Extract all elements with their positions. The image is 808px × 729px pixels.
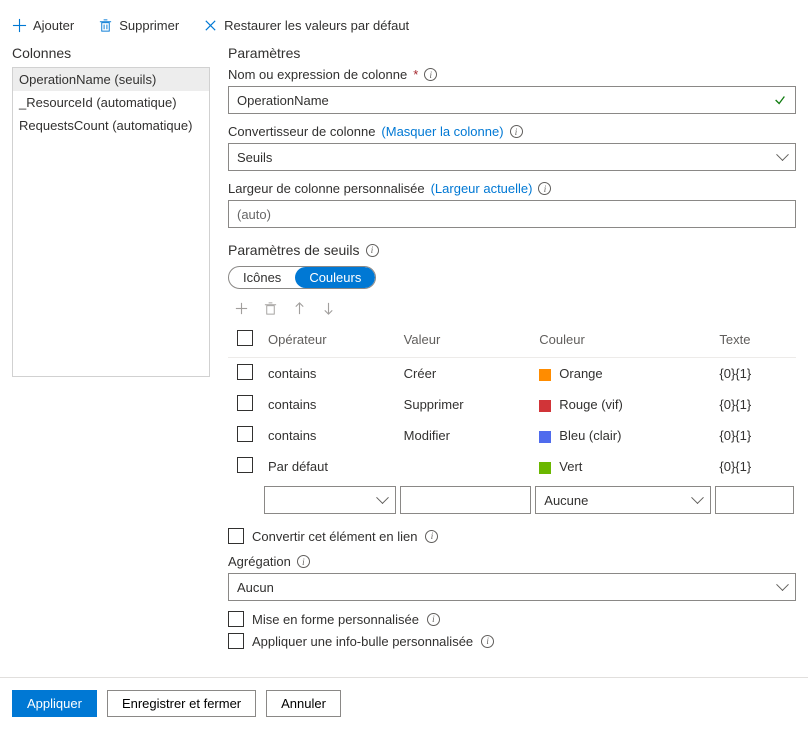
cancel-button[interactable]: Annuler [266,690,341,717]
threshold-toolbar [234,301,796,316]
custom-tooltip-checkbox[interactable] [228,633,244,649]
cell-color: Orange [533,358,713,390]
cell-color: Bleu (clair) [533,420,713,451]
chevron-down-icon [693,493,702,508]
col-text: Texte [713,322,796,358]
cell-operator: contains [262,420,398,451]
color-swatch [539,462,551,474]
footer: Appliquer Enregistrer et fermer Annuler [0,677,808,729]
converter-label: Convertisseur de colonne [228,124,375,139]
hide-column-link[interactable]: (Masquer la colonne) [381,124,503,139]
table-row[interactable]: containsModifierBleu (clair){0}{1} [228,420,796,451]
col-expr-label: Nom ou expression de colonne [228,67,407,82]
cell-color: Vert [533,451,713,482]
thresholds-table: Opérateur Valeur Couleur Texte containsC… [228,322,796,518]
tab-colors[interactable]: Couleurs [295,267,375,288]
col-operator: Opérateur [262,322,398,358]
info-icon[interactable]: i [297,555,310,568]
info-icon[interactable]: i [481,635,494,648]
cell-operator: contains [262,389,398,420]
current-width-link[interactable]: (Largeur actuelle) [431,181,533,196]
cell-operator: Par défaut [262,451,398,482]
make-link-label: Convertir cet élément en lien [252,529,417,544]
arrow-down-icon[interactable] [321,301,336,316]
table-row[interactable]: Par défaut Vert{0}{1} [228,451,796,482]
row-checkbox[interactable] [237,426,253,442]
cell-text: {0}{1} [713,358,796,390]
add-button[interactable]: Ajouter [12,18,74,33]
aggregation-select[interactable]: Aucun [228,573,796,601]
info-icon[interactable]: i [538,182,551,195]
cell-text: {0}{1} [713,389,796,420]
chevron-down-icon [778,150,787,165]
info-icon[interactable]: i [427,613,440,626]
plus-icon [12,18,27,33]
new-value-input[interactable] [400,486,532,514]
row-checkbox[interactable] [237,395,253,411]
cell-value: Supprimer [398,389,534,420]
delete-label: Supprimer [119,18,179,33]
table-row[interactable]: containsSupprimerRouge (vif){0}{1} [228,389,796,420]
column-item[interactable]: RequestsCount (automatique) [13,114,209,137]
new-color-select[interactable]: Aucune [535,486,711,514]
cell-value [398,451,534,482]
new-text-input[interactable] [715,486,794,514]
close-icon [203,18,218,33]
arrow-up-icon[interactable] [292,301,307,316]
reset-button[interactable]: Restaurer les valeurs par défaut [203,18,409,33]
table-row[interactable]: containsCréerOrange{0}{1} [228,358,796,390]
new-threshold-row: Aucune [228,482,796,518]
threshold-tabs: Icônes Couleurs [228,266,376,289]
checkmark-icon [773,93,787,107]
width-label: Largeur de colonne personnalisée [228,181,425,196]
cell-color: Rouge (vif) [533,389,713,420]
custom-format-checkbox[interactable] [228,611,244,627]
column-item[interactable]: _ResourceId (automatique) [13,91,209,114]
select-all-checkbox[interactable] [237,330,253,346]
cell-text: {0}{1} [713,420,796,451]
color-swatch [539,369,551,381]
row-checkbox[interactable] [237,364,253,380]
columns-list: OperationName (seuils) _ResourceId (auto… [12,67,210,377]
make-link-checkbox[interactable] [228,528,244,544]
add-label: Ajouter [33,18,74,33]
chevron-down-icon [778,580,787,595]
thresholds-title: Paramètres de seuils [228,242,360,258]
columns-title: Colonnes [12,45,210,61]
converter-select[interactable]: Seuils [228,143,796,171]
required-marker: * [413,67,418,82]
aggregation-label: Agrégation [228,554,291,569]
row-checkbox[interactable] [237,457,253,473]
custom-format-label: Mise en forme personnalisée [252,612,419,627]
plus-icon[interactable] [234,301,249,316]
col-color: Couleur [533,322,713,358]
info-icon[interactable]: i [425,530,438,543]
cell-operator: contains [262,358,398,390]
info-icon[interactable]: i [510,125,523,138]
save-close-button[interactable]: Enregistrer et fermer [107,690,256,717]
new-op-select[interactable] [264,486,396,514]
command-bar: Ajouter Supprimer Restaurer les valeurs … [0,0,808,45]
color-swatch [539,431,551,443]
column-item[interactable]: OperationName (seuils) [13,68,209,91]
info-icon[interactable]: i [366,244,379,257]
delete-button[interactable]: Supprimer [98,18,179,33]
custom-tooltip-label: Appliquer une info-bulle personnalisée [252,634,473,649]
tab-icons[interactable]: Icônes [229,267,295,288]
parameters-title: Paramètres [228,45,796,61]
cell-value: Modifier [398,420,534,451]
color-swatch [539,400,551,412]
reset-label: Restaurer les valeurs par défaut [224,18,409,33]
trash-icon[interactable] [263,301,278,316]
cell-value: Créer [398,358,534,390]
trash-icon [98,18,113,33]
cell-text: {0}{1} [713,451,796,482]
info-icon[interactable]: i [424,68,437,81]
apply-button[interactable]: Appliquer [12,690,97,717]
col-value: Valeur [398,322,534,358]
chevron-down-icon [378,493,387,508]
col-expr-input[interactable]: OperationName [228,86,796,114]
width-input[interactable]: (auto) [228,200,796,228]
